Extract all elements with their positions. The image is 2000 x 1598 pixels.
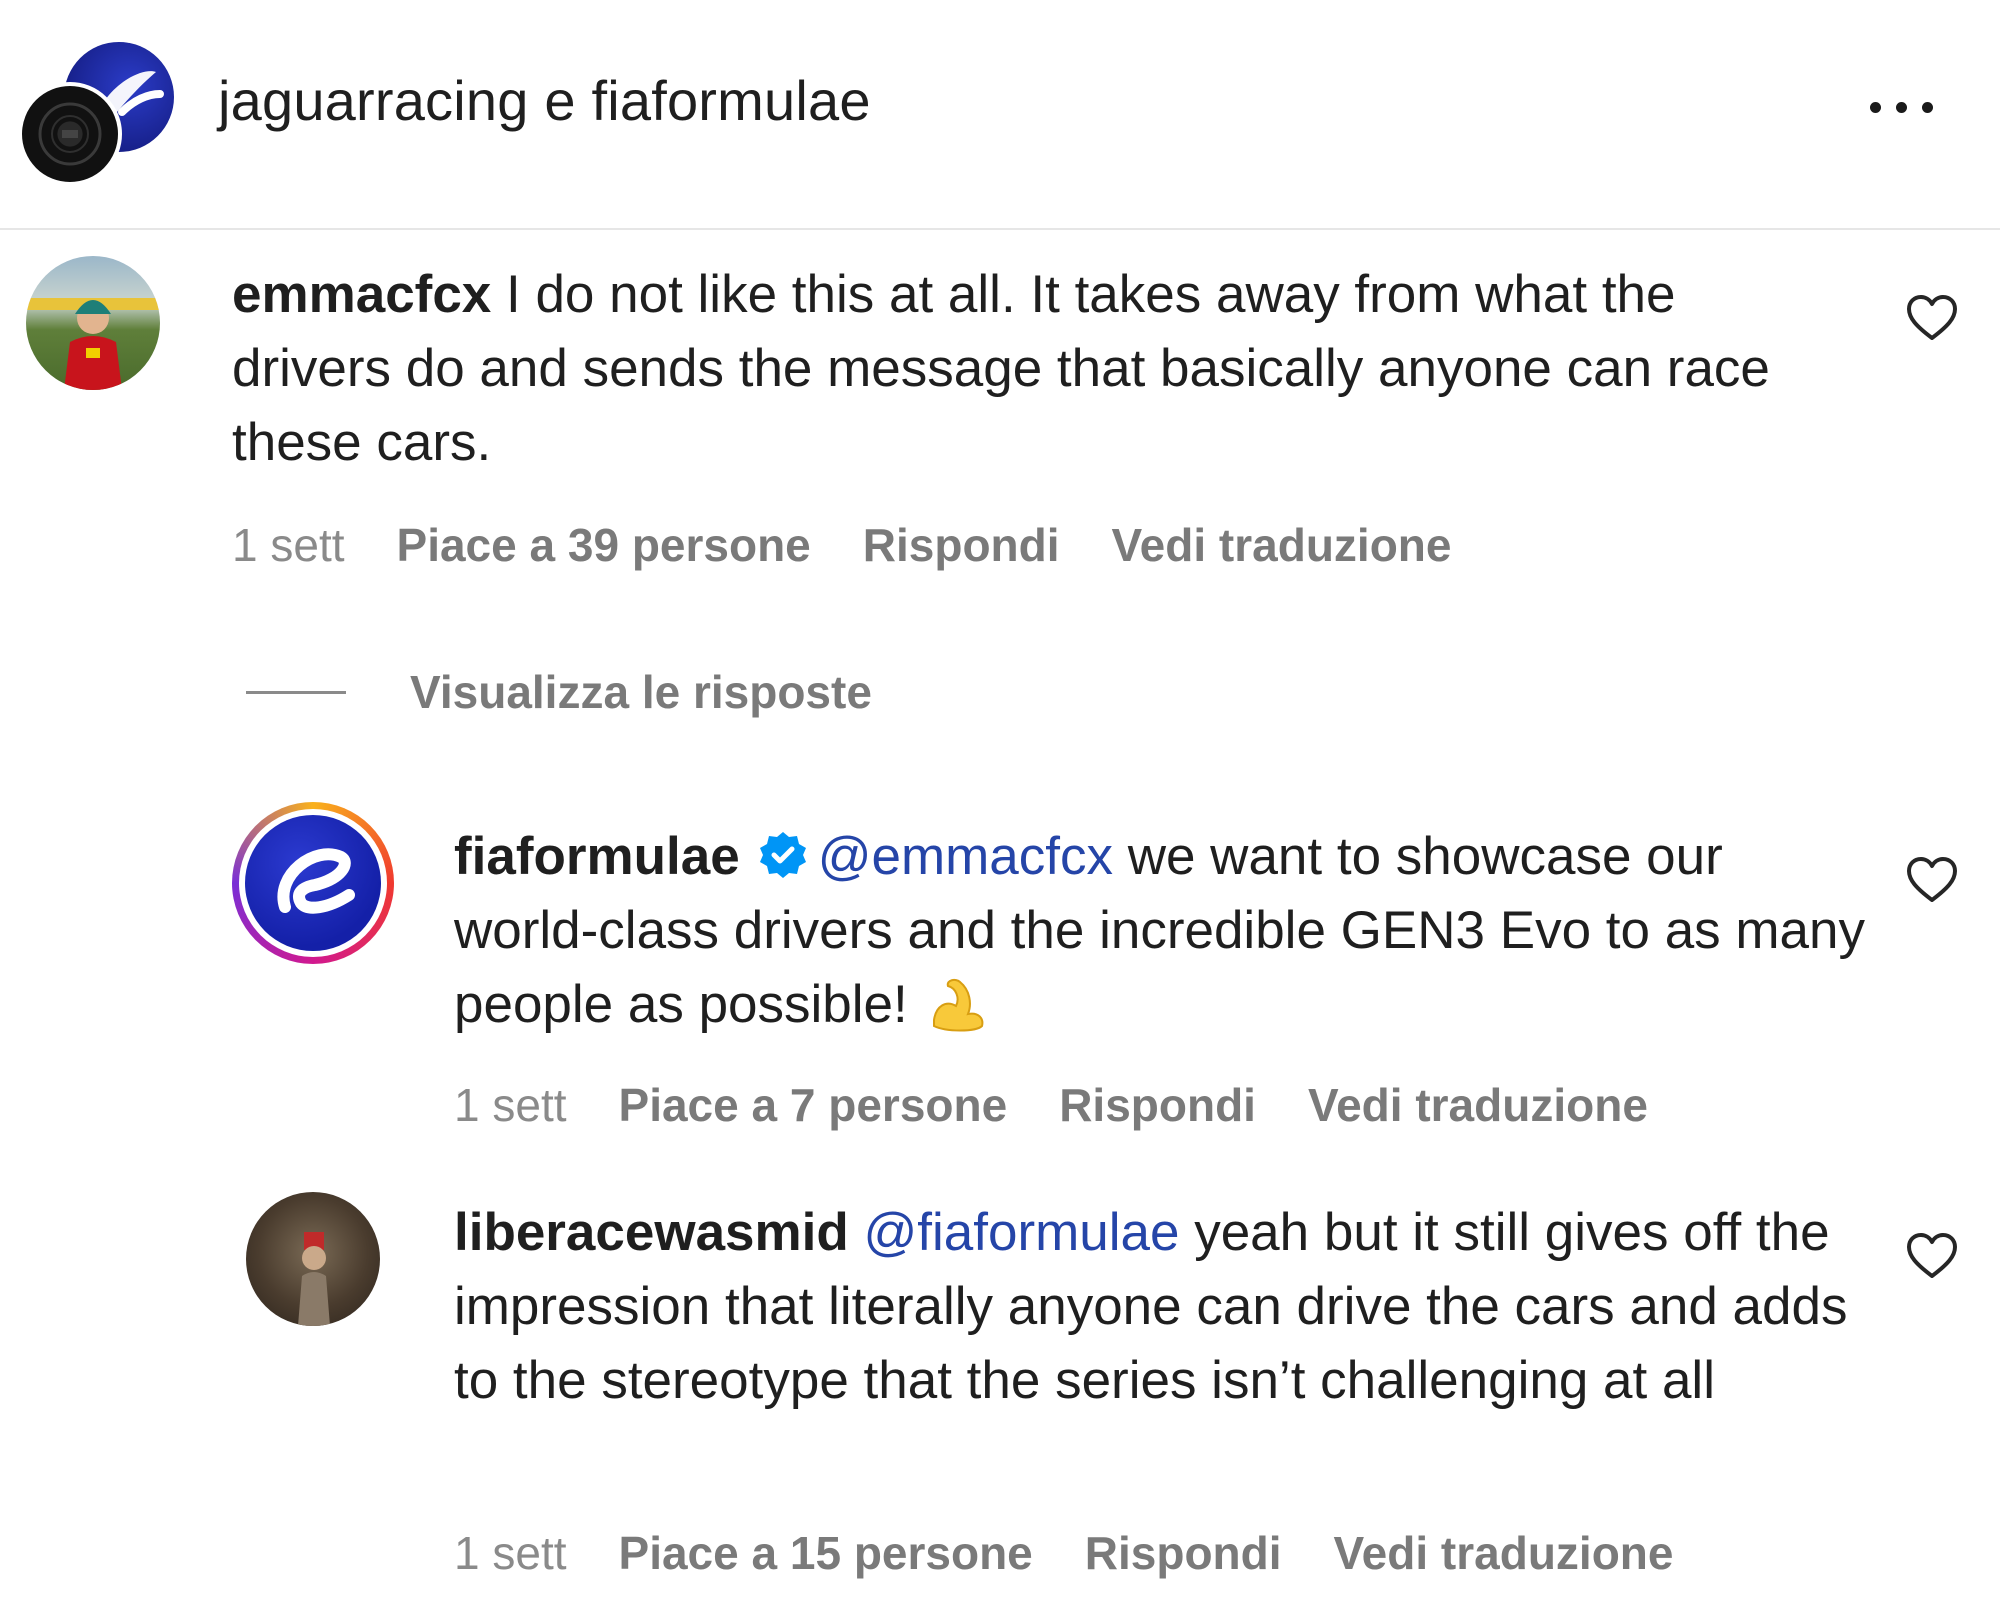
reply-time[interactable]: 1 sett: [454, 1078, 567, 1132]
comment-time[interactable]: 1 sett: [232, 518, 345, 572]
reply-body: fiaformulae @emmacfcx we want to showcas…: [454, 820, 1874, 1042]
like-heart-icon[interactable]: [1906, 294, 1958, 342]
reply-likes-count[interactable]: Piace a 15 persone: [619, 1526, 1033, 1580]
see-translation-button[interactable]: Vedi traduzione: [1334, 1526, 1674, 1580]
post-authors-title[interactable]: jaguarracing e fiaformulae: [218, 68, 871, 133]
reply-button[interactable]: Rispondi: [1059, 1078, 1256, 1132]
see-translation-button[interactable]: Vedi traduzione: [1308, 1078, 1648, 1132]
reply-meta: 1 sett Piace a 7 persone Rispondi Vedi t…: [454, 1078, 1700, 1132]
comment-meta: 1 sett Piace a 39 persone Rispondi Vedi …: [232, 518, 1503, 572]
flexed-biceps-emoji-icon: [932, 978, 984, 1032]
reply-username[interactable]: fiaformulae: [454, 827, 740, 886]
fiaformulae-avatar[interactable]: [232, 802, 394, 964]
comment-likes-count[interactable]: Piace a 39 persone: [397, 518, 811, 572]
verified-badge-icon: [759, 832, 806, 878]
comment-username[interactable]: emmacfcx: [232, 265, 491, 324]
jaguarracing-header-avatar[interactable]: [18, 82, 122, 186]
post-header: jaguarracing e fiaformulae: [0, 0, 2000, 230]
reply-username[interactable]: liberacewasmid: [454, 1203, 849, 1262]
comment-body: emmacfcx I do not like this at all. It t…: [232, 258, 1832, 480]
emmacfcx-avatar[interactable]: [26, 256, 160, 390]
reply-body: liberacewasmid @fiaformulae yeah but it …: [454, 1196, 1874, 1418]
reply-likes-count[interactable]: Piace a 7 persone: [619, 1078, 1008, 1132]
reply-button[interactable]: Rispondi: [1085, 1526, 1282, 1580]
view-replies-button[interactable]: Visualizza le risposte: [246, 662, 872, 722]
reply-mention-link[interactable]: @fiaformulae: [864, 1203, 1180, 1262]
reply-button[interactable]: Rispondi: [863, 518, 1060, 572]
collab-avatars[interactable]: [18, 40, 174, 186]
view-replies-label: Visualizza le risposte: [410, 666, 872, 718]
like-heart-icon[interactable]: [1906, 856, 1958, 904]
see-translation-button[interactable]: Vedi traduzione: [1112, 518, 1452, 572]
reply-mention-link[interactable]: @emmacfcx: [818, 827, 1113, 886]
more-options-icon[interactable]: [1862, 84, 1942, 134]
liberacewasmid-avatar[interactable]: [246, 1192, 380, 1326]
replies-divider-line: [246, 690, 346, 694]
like-heart-icon[interactable]: [1906, 1232, 1958, 1280]
reply-time[interactable]: 1 sett: [454, 1526, 567, 1580]
reply-meta: 1 sett Piace a 15 persone Rispondi Vedi …: [454, 1526, 1725, 1580]
